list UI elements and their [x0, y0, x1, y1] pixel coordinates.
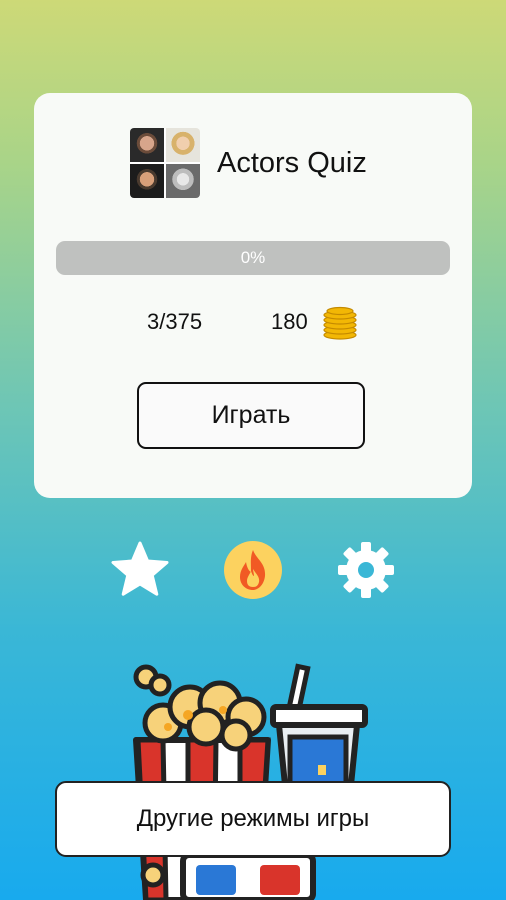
play-button[interactable]: Играть: [137, 382, 365, 449]
fire-icon[interactable]: [223, 540, 283, 600]
actor-photo: [166, 164, 200, 198]
popcorn-illustration: [133, 663, 368, 900]
questions-count: 3/375: [147, 309, 203, 334]
game-card: Actors Quiz 0% 3/375 180 Играть: [34, 93, 472, 498]
app-title: Actors Quiz: [217, 147, 367, 179]
progress-bar: 0%: [56, 241, 450, 275]
progress-label: 0%: [240, 248, 266, 267]
actor-photo: [130, 128, 164, 162]
coins-count: 180: [271, 309, 308, 334]
actor-photo: [166, 128, 200, 162]
other-modes-button[interactable]: Другие режимы игры: [55, 781, 451, 857]
actor-photo: [130, 164, 164, 198]
coins-icon: [323, 306, 357, 340]
gear-icon[interactable]: [336, 540, 396, 600]
app-logo: [130, 128, 200, 198]
star-icon[interactable]: [110, 540, 170, 600]
